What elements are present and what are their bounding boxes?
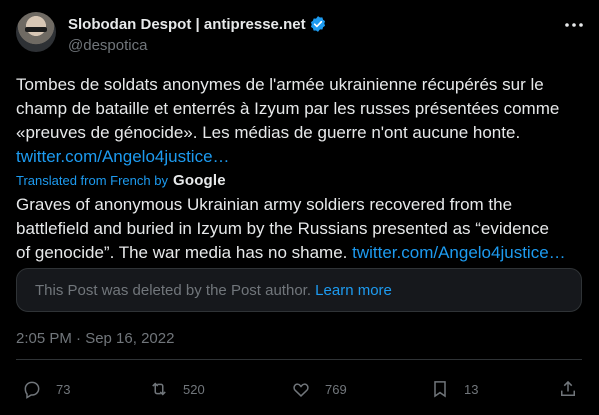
repost-icon — [152, 382, 166, 396]
post-timestamp[interactable]: 2:05 PM · Sep 16, 2022 — [16, 330, 174, 347]
action-bar: 73 520 769 13 — [0, 371, 599, 407]
translated-text-line-3: of genocide”. The war media has no shame… — [16, 243, 353, 262]
reply-icon — [24, 381, 40, 399]
divider — [16, 359, 582, 360]
avatar[interactable] — [16, 12, 56, 52]
translated-from-label[interactable]: Translated from French by — [16, 173, 168, 188]
bookmark-count: 13 — [464, 381, 479, 397]
post-translated-text: Graves of anonymous Ukrainian army soldi… — [16, 193, 584, 265]
reply-button[interactable]: 73 — [22, 379, 70, 399]
bookmark-icon — [434, 381, 446, 398]
translation-attribution: Translated from French by Google — [16, 172, 226, 189]
verified-badge-icon — [310, 16, 325, 32]
like-button[interactable]: 769 — [291, 379, 347, 399]
share-button[interactable] — [558, 379, 578, 399]
heart-icon — [293, 383, 309, 397]
original-text-line: «preuves de génocide». Les médias de gue… — [16, 123, 521, 142]
author-handle[interactable]: @despotica — [68, 37, 147, 54]
post-original-text: Tombes de soldats anonymes de l'armée uk… — [16, 73, 584, 169]
original-text-line: champ de bataille et enterrés à Izyum pa… — [16, 99, 560, 118]
translated-text-line: Graves of anonymous Ukrainian army soldi… — [16, 195, 513, 214]
post: Slobodan Despot | antipresse.net @despot… — [0, 0, 599, 415]
author-name-row: Slobodan Despot | antipresse.net — [68, 15, 327, 33]
translated-text-line: of genocide”. The war media has no shame… — [16, 241, 584, 265]
translated-text-line: battlefield and buried in Izyum by the R… — [16, 219, 549, 238]
author-display-name[interactable]: Slobodan Despot | antipresse.net — [68, 16, 306, 33]
google-logo: Google — [172, 172, 226, 189]
reply-count: 73 — [56, 381, 71, 397]
repost-count: 520 — [183, 381, 205, 397]
deleted-notice-text: This Post was deleted by the Post author… — [35, 282, 316, 299]
repost-button[interactable]: 520 — [149, 379, 205, 399]
translated-link[interactable]: twitter.com/Angelo4justice… — [352, 243, 566, 262]
like-count: 769 — [325, 381, 347, 397]
original-text-line: Tombes de soldats anonymes de l'armée uk… — [16, 75, 544, 94]
share-icon — [561, 380, 575, 396]
learn-more-link[interactable]: Learn more — [315, 282, 392, 299]
bookmark-button[interactable]: 13 — [430, 379, 478, 399]
deleted-quote-notice: This Post was deleted by the Post author… — [16, 268, 582, 312]
more-options-icon[interactable] — [563, 16, 585, 34]
original-link[interactable]: twitter.com/Angelo4justice… — [16, 145, 584, 169]
